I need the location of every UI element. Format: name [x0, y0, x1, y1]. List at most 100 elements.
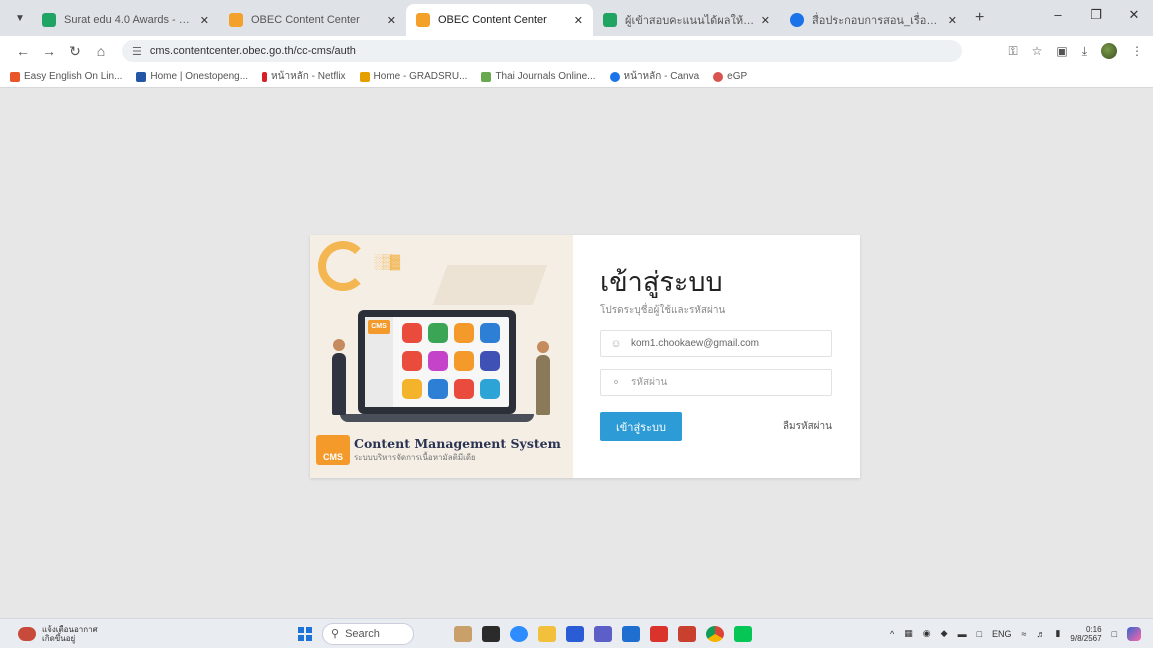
tab-3-active[interactable]: OBEC Content Center ✕	[406, 4, 593, 36]
minimize-icon[interactable]: –	[1039, 0, 1077, 30]
window-controls: – ❐ ✕	[1039, 0, 1153, 30]
tray-app-icon[interactable]: ▦	[904, 628, 913, 639]
powerpoint-app-icon[interactable]	[678, 625, 696, 642]
chevron-up-icon[interactable]: ^	[890, 629, 894, 639]
tab-strip: ▼ Surat edu 4.0 Awards - Google ✕ OBEC C…	[0, 0, 1153, 36]
tab-close-icon[interactable]: ✕	[200, 14, 209, 27]
line-app-icon[interactable]	[734, 625, 752, 642]
notification-bell-icon[interactable]: □	[1112, 629, 1117, 639]
username-input[interactable]	[631, 338, 831, 349]
tray-app-icon[interactable]: ▬	[958, 629, 967, 639]
volume-icon[interactable]: ♬	[1036, 629, 1045, 639]
home-icon[interactable]: ⌂	[88, 43, 114, 59]
password-input[interactable]	[631, 377, 831, 388]
app-tile-icon	[428, 379, 448, 399]
language-indicator[interactable]: ENG	[992, 629, 1012, 639]
user-icon: ☺	[610, 337, 622, 350]
tab-search-chevron-icon[interactable]: ▼	[8, 6, 32, 30]
screen-sidebar: CMS	[365, 317, 393, 407]
pdf-app-icon[interactable]	[650, 625, 668, 642]
teams-app-icon[interactable]	[594, 625, 612, 642]
task-view-icon[interactable]	[482, 625, 500, 642]
close-window-icon[interactable]: ✕	[1115, 0, 1153, 30]
app-tile-icon	[454, 351, 474, 371]
weather-alert-icon	[18, 626, 36, 641]
tab-close-icon[interactable]: ✕	[948, 14, 957, 27]
app-tile-icon	[402, 323, 422, 343]
restore-icon[interactable]: ❐	[1077, 0, 1115, 30]
system-tray: ^ ▦ ◉ ◆ ▬ □ ENG ≈ ♬ ▮ 0:16 9/8/2567 □	[890, 625, 1153, 643]
reload-icon[interactable]: ↻	[62, 43, 88, 60]
widgets-app-icon[interactable]	[454, 625, 472, 642]
bookmark-favicon	[262, 71, 268, 82]
browser-toolbar: ← → ↻ ⌂ ☰ cms.contentcenter.obec.go.th/c…	[0, 36, 1153, 66]
bookmark-item[interactable]: Thai Journals Online...	[481, 71, 596, 82]
bookmark-star-icon[interactable]: ☆	[1032, 44, 1043, 58]
taskbar-search[interactable]: ⚲ Search	[322, 622, 414, 645]
clock[interactable]: 0:16 9/8/2567	[1070, 625, 1101, 643]
file-explorer-icon[interactable]	[538, 625, 556, 642]
tab-1[interactable]: Surat edu 4.0 Awards - Google ✕	[32, 4, 219, 36]
battery-icon[interactable]: ▮	[1055, 628, 1060, 639]
forward-arrow-icon[interactable]: →	[36, 43, 62, 59]
site-info-icon[interactable]: ☰	[132, 45, 142, 58]
bookmark-item[interactable]: หน้าหลัก - Canva	[609, 69, 699, 84]
tab-title: OBEC Content Center	[251, 14, 360, 26]
tray-app-icon[interactable]: ◆	[941, 628, 948, 639]
tab-5[interactable]: สื่อประกอบการสอน_เรื่อง_Asking ✕	[780, 4, 967, 36]
username-field[interactable]: ☺	[600, 330, 832, 357]
tab-favicon	[229, 13, 243, 27]
brand-block: CMS Content Management System ระบบบริหาร…	[316, 435, 561, 465]
menu-kebab-icon[interactable]: ⋮	[1131, 44, 1143, 58]
weather-text: แจ้งเตือนอากาศ เกิดขึ้นอยู่	[42, 625, 98, 643]
chrome-app-icon[interactable]	[706, 625, 724, 642]
zoom-app-icon[interactable]	[510, 625, 528, 642]
laptop-illustration: CMS	[358, 310, 516, 414]
person-left-figure	[332, 339, 346, 415]
clock-date: 9/8/2567	[1070, 633, 1102, 643]
tray-app-icon[interactable]: ◉	[923, 628, 931, 639]
forgot-password-link[interactable]: ลืมรหัสผ่าน	[783, 419, 832, 434]
bookmark-item[interactable]: Home - GRADSRU...	[359, 71, 468, 82]
bookmarks-bar: Easy English On Lin... Home | Onestopeng…	[0, 66, 1153, 88]
tab-2[interactable]: OBEC Content Center ✕	[219, 4, 406, 36]
bookmark-item[interactable]: หน้าหลัก - Netflix	[262, 69, 346, 84]
tab-close-icon[interactable]: ✕	[387, 14, 396, 27]
cms-badge: CMS	[368, 320, 390, 334]
download-icon[interactable]: ⤓	[1082, 44, 1087, 59]
tab-title: Surat edu 4.0 Awards - Google	[64, 14, 194, 26]
address-bar[interactable]: ☰ cms.contentcenter.obec.go.th/cc-cms/au…	[122, 40, 962, 62]
cms-illustration: ░▒▓ CMS CMS Content Management System ระ…	[310, 235, 573, 478]
brand-title: Content Management System	[354, 436, 561, 451]
toolbar-actions: ⚿ ☆ ▣ ⤓ ⋮	[1008, 43, 1143, 59]
app-tile-icon	[428, 351, 448, 371]
mail-app-icon[interactable]	[622, 625, 640, 642]
person-right-figure	[536, 341, 550, 415]
store-app-icon[interactable]	[566, 625, 584, 642]
app-tile-icon	[480, 323, 500, 343]
bookmark-label: Home - GRADSRU...	[373, 71, 468, 82]
tray-app-icon[interactable]: □	[977, 629, 982, 639]
new-tab-plus-icon[interactable]: +	[975, 9, 984, 27]
copilot-icon[interactable]	[1127, 626, 1141, 641]
bookmark-item[interactable]: eGP	[713, 71, 747, 82]
extensions-icon[interactable]: ▣	[1056, 44, 1067, 58]
tab-close-icon[interactable]: ✕	[761, 14, 770, 27]
bookmark-item[interactable]: Easy English On Lin...	[10, 71, 122, 82]
back-arrow-icon[interactable]: ←	[10, 43, 36, 59]
tab-4[interactable]: ผู้เข้าสอบคะแนนได้ผลให้ได้ - Google ✕	[593, 4, 780, 36]
login-submit-button[interactable]: เข้าสู่ระบบ	[600, 412, 682, 441]
password-key-icon[interactable]: ⚿	[1008, 44, 1017, 59]
password-field[interactable]: ⚬	[600, 369, 832, 396]
bookmark-item[interactable]: Home | Onestopeng...	[136, 71, 248, 82]
windows-start-icon[interactable]	[298, 626, 312, 641]
tab-title: OBEC Content Center	[438, 14, 547, 26]
tab-favicon	[42, 13, 56, 27]
laptop-screen: CMS	[365, 317, 509, 407]
tab-close-icon[interactable]: ✕	[574, 14, 583, 27]
profile-avatar[interactable]	[1101, 43, 1117, 59]
cms-logo: CMS	[316, 435, 350, 465]
wifi-icon[interactable]: ≈	[1022, 629, 1027, 639]
weather-widget[interactable]: แจ้งเตือนอากาศ เกิดขึ้นอยู่	[18, 625, 268, 643]
laptop-base	[340, 414, 534, 422]
